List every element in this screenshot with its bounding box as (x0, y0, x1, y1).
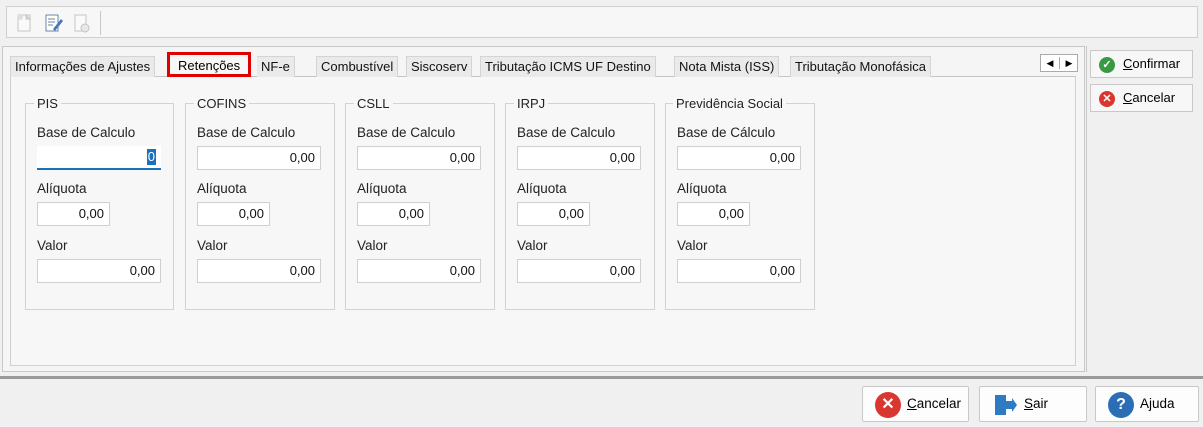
tab-strip: Informações de Ajustes Retenções NF-e Co… (10, 52, 950, 77)
toolbar-separator (100, 11, 101, 35)
cancel-access-key: C (907, 396, 917, 411)
input-valor-previdencia[interactable]: 0,00 (677, 259, 801, 283)
input-valor-cofins[interactable]: 0,00 (197, 259, 321, 283)
group-title-cofins: COFINS (194, 96, 250, 111)
input-aliquota-previdencia[interactable]: 0,00 (677, 202, 750, 226)
label-aliquota-irpj: Alíquota (517, 181, 567, 196)
input-base-cofins[interactable]: 0,00 (197, 146, 321, 170)
check-circle-icon: ✓ (1099, 57, 1115, 73)
group-title-pis: PIS (34, 96, 61, 111)
delete-doc-icon[interactable] (69, 11, 93, 35)
tab-nota-mista-iss[interactable]: Nota Mista (ISS) (674, 56, 780, 77)
input-base-pis[interactable]: 0 (37, 146, 161, 170)
tab-tributacao-monofasica[interactable]: Tributação Monofásica (790, 56, 932, 77)
input-valor-irpj[interactable]: 0,00 (517, 259, 641, 283)
tab-combustivel[interactable]: Combustível (316, 56, 399, 77)
input-valor-pis[interactable]: 0,00 (37, 259, 161, 283)
exit-access-key: S (1024, 396, 1034, 411)
input-aliquota-pis[interactable]: 0,00 (37, 202, 110, 226)
label-base-csll: Base de Calculo (357, 125, 456, 140)
label-valor-pis: Valor (37, 238, 68, 253)
help-label-first: A (1140, 396, 1150, 411)
help-label-rest: uda (1152, 396, 1175, 411)
label-base-cofins: Base de Calculo (197, 125, 296, 140)
input-valor-csll[interactable]: 0,00 (357, 259, 481, 283)
label-aliquota-csll: Alíquota (357, 181, 407, 196)
cancel-side-label: ancelar (1132, 90, 1176, 105)
input-base-previdencia[interactable]: 0,00 (677, 146, 801, 170)
tab-tributacao-icms-uf-destino[interactable]: Tributação ICMS UF Destino (480, 56, 656, 77)
confirm-button-label: onfirmar (1132, 56, 1181, 71)
confirm-button[interactable]: ✓ Confirmar (1090, 50, 1193, 78)
confirm-button-access-key: C (1123, 56, 1133, 71)
label-valor-irpj: Valor (517, 238, 548, 253)
input-base-irpj[interactable]: 0,00 (517, 146, 641, 170)
exit-label: air (1033, 396, 1049, 411)
input-base-csll[interactable]: 0,00 (357, 146, 481, 170)
question-circle-icon: ? (1108, 392, 1134, 418)
exit-door-icon (992, 392, 1018, 418)
input-aliquota-irpj[interactable]: 0,00 (517, 202, 590, 226)
new-doc-icon[interactable] (12, 11, 36, 35)
label-base-irpj: Base de Calculo (517, 125, 616, 140)
label-base-pis: Base de Calculo (37, 125, 136, 140)
cancel-label: ancelar (916, 396, 962, 411)
toolbar-box (6, 6, 1198, 38)
input-aliquota-cofins[interactable]: 0,00 (197, 202, 270, 226)
tab-siscoserv[interactable]: Siscoserv (406, 56, 473, 77)
help-button[interactable]: ? Ajuda (1095, 386, 1199, 422)
cancel-button[interactable]: ✕ Cancelar (862, 386, 969, 422)
label-base-previdencia: Base de Cálculo (677, 125, 776, 140)
tab-informacoes-ajustes[interactable]: Informações de Ajustes (10, 56, 156, 77)
label-aliquota-previdencia: Alíquota (677, 181, 727, 196)
label-aliquota-pis: Alíquota (37, 181, 87, 196)
tab-retencoes[interactable]: Retenções (167, 52, 252, 77)
tab-nfe[interactable]: NF-e (257, 56, 295, 77)
input-aliquota-csll[interactable]: 0,00 (357, 202, 430, 226)
group-title-previdencia-social: Previdência Social (673, 96, 786, 111)
toolbar (0, 0, 1203, 42)
cancel-side-button[interactable]: ✕ Cancelar (1090, 84, 1193, 112)
label-valor-csll: Valor (357, 238, 388, 253)
scroll-left-icon[interactable]: ◀ (1041, 55, 1059, 71)
group-title-irpj: IRPJ (514, 96, 549, 111)
label-valor-cofins: Valor (197, 238, 228, 253)
x-circle-icon: ✕ (1099, 91, 1115, 107)
edit-doc-icon[interactable] (41, 11, 65, 35)
group-title-csll: CSLL (354, 96, 393, 111)
label-aliquota-cofins: Alíquota (197, 181, 247, 196)
cancel-side-access-key: C (1123, 90, 1133, 105)
input-base-pis-value: 0 (146, 149, 156, 165)
exit-button[interactable]: Sair (979, 386, 1087, 422)
x-circle-icon: ✕ (875, 392, 901, 418)
tab-scroll-buttons: ◀ ▶ (1040, 54, 1078, 72)
scroll-right-icon[interactable]: ▶ (1060, 55, 1078, 71)
label-valor-previdencia: Valor (677, 238, 708, 253)
